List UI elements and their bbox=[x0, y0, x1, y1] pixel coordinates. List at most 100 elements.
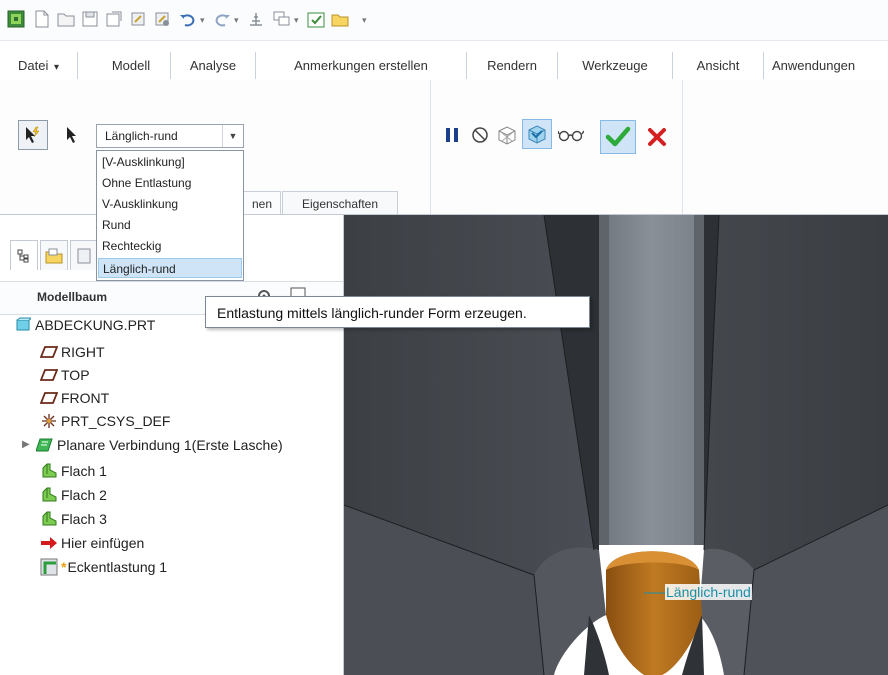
tab-render[interactable]: Rendern bbox=[467, 52, 558, 79]
tab-annotate[interactable]: Anmerkungen erstellen bbox=[256, 52, 467, 79]
customize-toolbar-dropdown-icon[interactable]: ▾ bbox=[362, 15, 370, 26]
favorites-icon bbox=[77, 248, 91, 263]
pause-button[interactable] bbox=[442, 122, 462, 148]
open-window-icon[interactable] bbox=[104, 9, 124, 29]
dynamic-preview-button[interactable] bbox=[522, 119, 552, 149]
ribbon-tabs: Datei ▾ Modell Analyse Anmerkungen erste… bbox=[0, 52, 888, 81]
windows-icon[interactable] bbox=[272, 9, 292, 29]
tree-item-flat-3[interactable]: Flach 3 bbox=[40, 509, 107, 529]
option-no-relief[interactable]: Ohne Entlastung bbox=[98, 173, 242, 193]
ribbon-separator bbox=[430, 80, 431, 215]
relief-type-select[interactable]: Länglich-rund ▼ bbox=[96, 124, 244, 148]
new-feature-marker: * bbox=[61, 559, 67, 575]
tree-item-corner-relief[interactable]: * Eckentlastung 1 bbox=[40, 557, 167, 577]
tab-options[interactable]: nen bbox=[244, 191, 281, 216]
regenerate-manager-icon[interactable] bbox=[152, 9, 172, 29]
option-v-notch-default[interactable]: [V-Ausklinkung] bbox=[98, 152, 242, 172]
redo-dropdown-icon[interactable]: ▾ bbox=[234, 15, 242, 26]
tab-model-tree[interactable] bbox=[10, 240, 38, 270]
no-preview-button[interactable] bbox=[468, 122, 492, 148]
tree-item-flat-2[interactable]: Flach 2 bbox=[40, 485, 107, 505]
arrow-lightning-icon bbox=[26, 126, 40, 143]
windows-dropdown-icon[interactable]: ▾ bbox=[294, 15, 302, 26]
relief-dimension-label[interactable]: Länglich-rund bbox=[665, 584, 752, 600]
quick-access-toolbar: ▾ ▾ ▾ ▾ bbox=[0, 0, 888, 41]
tab-properties[interactable]: Eigenschaften bbox=[282, 191, 398, 216]
cancel-x-icon bbox=[648, 128, 666, 146]
tree-item-label: Hier einfügen bbox=[61, 535, 145, 551]
undo-dropdown-icon[interactable]: ▾ bbox=[200, 15, 208, 26]
tree-item-label: Flach 1 bbox=[61, 463, 107, 479]
tree-item-right-plane[interactable]: RIGHT bbox=[40, 342, 105, 362]
flat-wall-icon bbox=[40, 510, 58, 528]
option-obround[interactable]: Länglich-rund bbox=[98, 258, 242, 278]
tree-item-insert-here[interactable]: Hier einfügen bbox=[40, 533, 144, 553]
tooltip: Entlastung mittels länglich-runder Form … bbox=[205, 296, 590, 328]
insert-here-arrow-icon bbox=[40, 534, 58, 552]
tree-item-flat-1[interactable]: Flach 1 bbox=[40, 461, 107, 481]
tree-item-label: ABDECKUNG.PRT bbox=[35, 317, 156, 333]
tree-item-front-plane[interactable]: FRONT bbox=[40, 388, 109, 408]
tab-file-label: Datei bbox=[17, 58, 49, 73]
relief-type-value: Länglich-rund bbox=[105, 129, 178, 143]
tab-analysis[interactable]: Analyse bbox=[171, 52, 256, 79]
dynamic-preview-icon bbox=[528, 125, 546, 144]
tree-item-csys[interactable]: PRT_CSYS_DEF bbox=[40, 411, 170, 431]
datum-plane-icon bbox=[40, 389, 58, 407]
chevron-down-icon: ▾ bbox=[53, 62, 59, 73]
option-rectangular[interactable]: Rechteckig bbox=[98, 236, 242, 256]
tree-item-label: Flach 3 bbox=[61, 511, 107, 527]
select-pointer-icon[interactable] bbox=[64, 125, 84, 145]
tree-item-planar-wall[interactable]: ▶ Planare Verbindung 1(Erste Lasche) bbox=[22, 435, 283, 455]
close-window-icon[interactable] bbox=[330, 9, 350, 29]
tab-folder-browser[interactable] bbox=[40, 240, 68, 270]
part-icon bbox=[14, 316, 32, 334]
csys-icon bbox=[40, 412, 58, 430]
save-icon[interactable] bbox=[80, 9, 100, 29]
tab-tools[interactable]: Werkzeuge bbox=[558, 52, 673, 79]
datum-plane-icon bbox=[40, 343, 58, 361]
tree-item-label: Planare Verbindung 1(Erste Lasche) bbox=[57, 437, 283, 453]
regenerate-icon[interactable] bbox=[128, 9, 148, 29]
option-round[interactable]: Rund bbox=[98, 215, 242, 235]
corner-relief-icon bbox=[40, 558, 58, 576]
option-v-notch[interactable]: V-Ausklinkung bbox=[98, 194, 242, 214]
select-edge-button[interactable] bbox=[18, 120, 48, 150]
tab-applications[interactable]: Anwendungen bbox=[764, 52, 888, 79]
tree-item-part[interactable]: ABDECKUNG.PRT bbox=[14, 315, 155, 335]
tab-properties-label: Eigenschaften bbox=[301, 197, 379, 211]
undo-icon[interactable] bbox=[178, 9, 198, 29]
model-tree-title: Modellbaum bbox=[37, 290, 108, 304]
tree-item-label: TOP bbox=[61, 367, 90, 383]
tab-render-label: Rendern bbox=[487, 58, 537, 73]
app-logo-icon[interactable] bbox=[6, 9, 26, 29]
folder-browser-icon bbox=[45, 248, 63, 263]
tree-item-label: FRONT bbox=[61, 390, 110, 406]
tab-view-label: Ansicht bbox=[696, 58, 740, 73]
redo-icon[interactable] bbox=[212, 9, 232, 29]
tab-favorites[interactable] bbox=[70, 240, 98, 270]
tree-item-label: Flach 2 bbox=[61, 487, 107, 503]
tab-annotate-label: Anmerkungen erstellen bbox=[294, 58, 428, 73]
no-preview-icon bbox=[472, 127, 488, 143]
select-window-icon[interactable] bbox=[306, 9, 326, 29]
tab-model[interactable]: Modell bbox=[92, 52, 171, 79]
tab-file[interactable]: Datei ▾ bbox=[0, 52, 78, 79]
planar-wall-icon bbox=[36, 436, 54, 454]
new-file-icon[interactable] bbox=[32, 9, 52, 29]
regenerate-model-icon[interactable] bbox=[246, 9, 266, 29]
tab-view[interactable]: Ansicht bbox=[673, 52, 764, 79]
verify-button[interactable] bbox=[556, 122, 586, 148]
graphics-viewport[interactable] bbox=[344, 215, 888, 675]
cancel-button[interactable] bbox=[644, 123, 670, 151]
expand-arrow-icon[interactable]: ▶ bbox=[22, 435, 36, 455]
checkmark-icon bbox=[605, 126, 631, 147]
tree-item-top-plane[interactable]: TOP bbox=[40, 365, 90, 385]
static-preview-button[interactable] bbox=[494, 122, 520, 148]
ok-button[interactable] bbox=[600, 120, 636, 154]
open-folder-icon[interactable] bbox=[56, 9, 76, 29]
chevron-down-icon[interactable]: ▼ bbox=[222, 125, 243, 147]
datum-plane-icon bbox=[40, 366, 58, 384]
glasses-icon bbox=[558, 130, 584, 142]
tab-applications-label: Anwendungen bbox=[772, 58, 856, 73]
